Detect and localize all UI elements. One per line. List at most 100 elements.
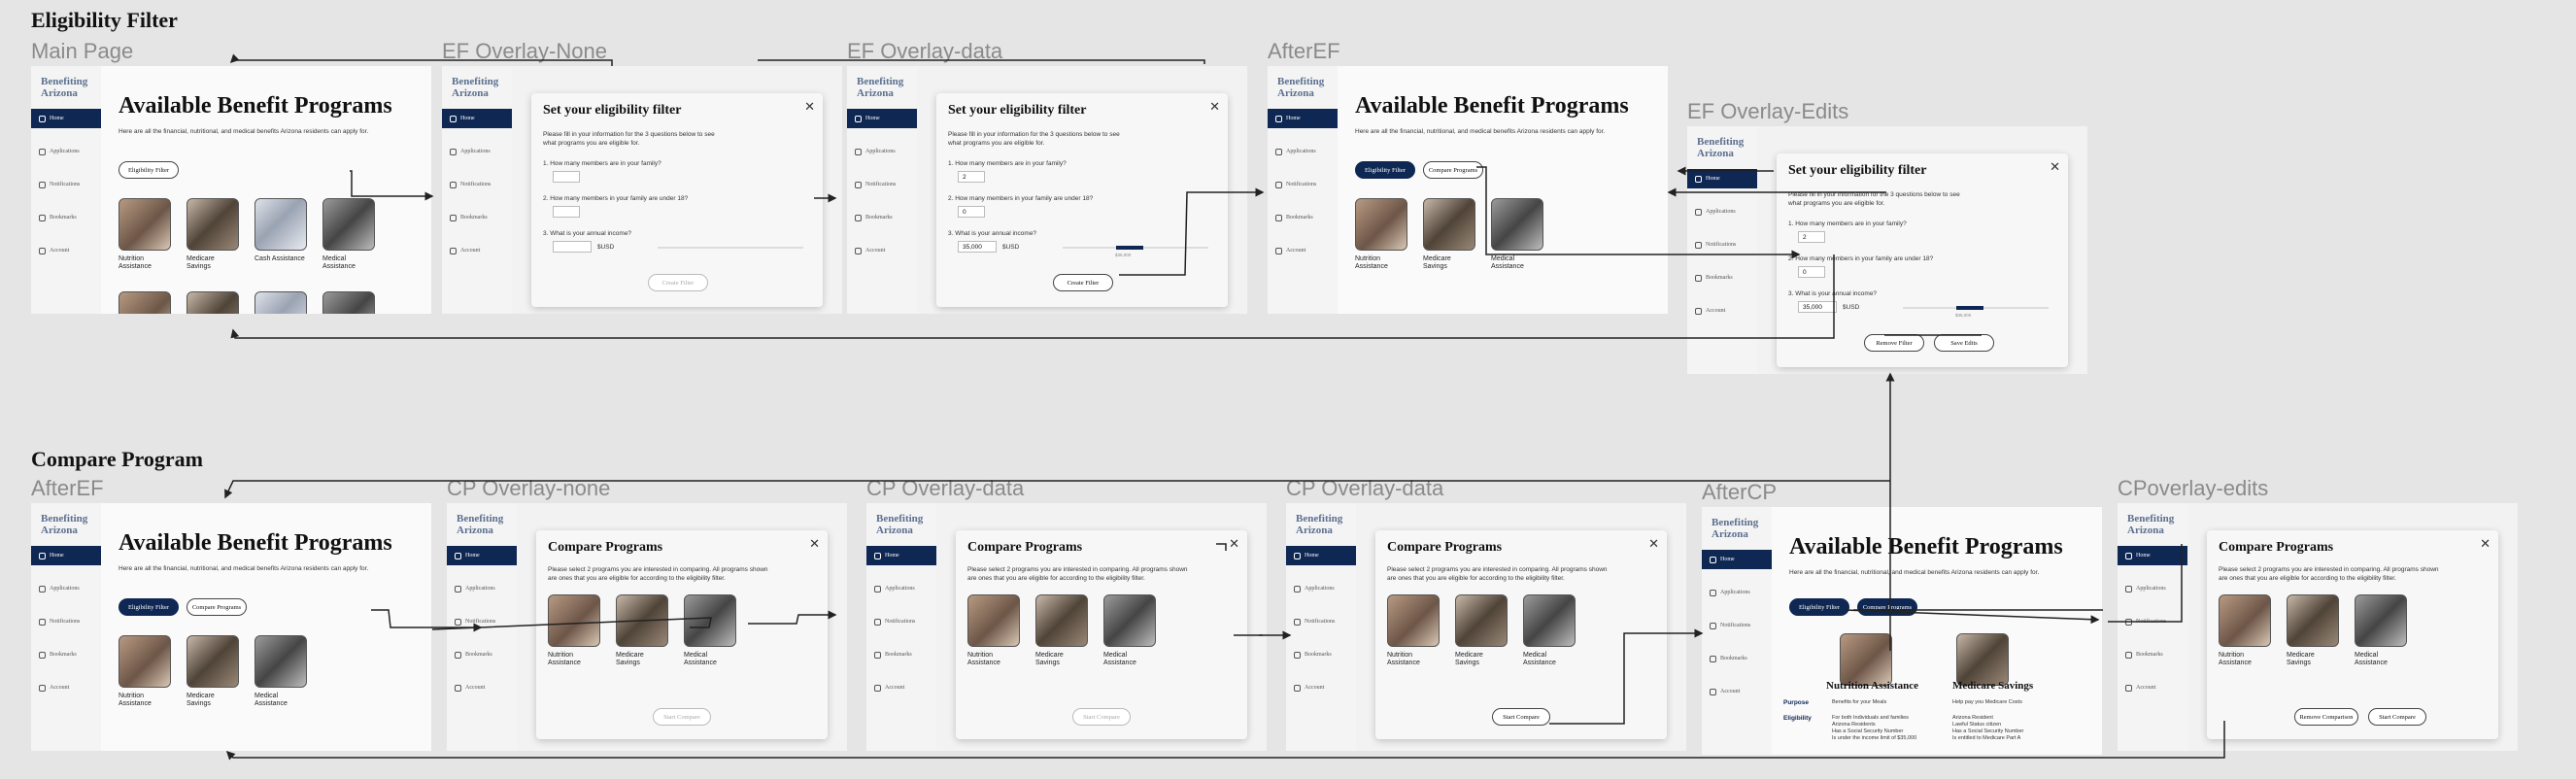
program-card[interactable]: MedicalAssistance — [1523, 594, 1576, 667]
close-icon[interactable]: ✕ — [2480, 536, 2491, 552]
income-slider[interactable] — [1903, 306, 2049, 310]
sidebar-item-account[interactable]: Account — [447, 678, 517, 697]
program-card[interactable]: MedicareSavings — [1423, 198, 1475, 271]
app-logo[interactable]: Benefiting Arizona — [2127, 513, 2174, 536]
sidebar-item-applications[interactable]: Applications — [442, 142, 512, 161]
program-card[interactable]: MedicareSavings — [2287, 594, 2339, 667]
eligibility-filter-button[interactable]: Eligibility Filter — [1355, 161, 1415, 179]
program-card[interactable]: MedicareSavings — [1455, 594, 1508, 667]
sidebar-item-account[interactable]: Account — [1687, 301, 1757, 321]
sidebar-item-bookmarks[interactable]: Bookmarks — [31, 208, 101, 227]
sidebar-item-account[interactable]: Account — [2118, 678, 2187, 697]
sidebar-item-notifications[interactable]: Notifications — [1286, 612, 1356, 631]
sidebar-item-applications[interactable]: Applications — [31, 579, 101, 598]
app-logo[interactable]: Benefiting Arizona — [41, 76, 87, 99]
program-card[interactable]: NutritionAssistance — [1355, 198, 1407, 271]
start-compare-button[interactable]: Start Compare — [1492, 708, 1550, 726]
sidebar-item-bookmarks[interactable]: Bookmarks — [847, 208, 917, 227]
program-card[interactable]: Cash Assistance — [254, 291, 307, 314]
income-field[interactable] — [553, 241, 592, 253]
sidebar-item-notifications[interactable]: Notifications — [1702, 616, 1772, 635]
close-icon[interactable]: ✕ — [2050, 159, 2060, 175]
program-card[interactable]: MedicalAssistance — [2355, 594, 2407, 667]
sidebar-item-notifications[interactable]: Notifications — [866, 612, 936, 631]
sidebar-item-account[interactable]: Account — [31, 678, 101, 697]
program-card[interactable]: MedicalAssistance — [322, 291, 375, 314]
sidebar-item-home[interactable]: Home — [1286, 546, 1356, 565]
sidebar-item-home[interactable]: Home — [442, 109, 512, 128]
close-icon[interactable]: ✕ — [804, 99, 815, 115]
family-size-field[interactable] — [553, 171, 580, 183]
income-slider[interactable] — [658, 247, 803, 249]
program-card[interactable] — [1840, 633, 1892, 686]
start-compare-button[interactable]: Start Compare — [653, 708, 711, 726]
sidebar-item-bookmarks[interactable]: Bookmarks — [1687, 268, 1757, 288]
start-compare-button[interactable]: Start Compare — [1072, 708, 1131, 726]
close-icon[interactable]: ✕ — [809, 536, 820, 552]
program-card[interactable]: NutritionAssistance — [119, 291, 171, 314]
sidebar-item-applications[interactable]: Applications — [1702, 583, 1772, 602]
close-icon[interactable]: ✕ — [1229, 536, 1239, 552]
family-size-field[interactable]: 2 — [958, 171, 985, 183]
compare-programs-button[interactable]: Compare Programs — [1423, 161, 1483, 179]
program-card[interactable]: Cash Assistance — [254, 198, 307, 263]
app-logo[interactable]: Benefiting Arizona — [41, 513, 87, 536]
program-card[interactable]: MedicalAssistance — [322, 198, 375, 271]
sidebar-item-home[interactable]: Home — [31, 546, 101, 565]
income-field[interactable]: 35,000 — [1798, 301, 1837, 313]
program-card[interactable]: MedicalAssistance — [1491, 198, 1543, 271]
remove-filter-button[interactable]: Remove Filter — [1864, 334, 1924, 352]
program-card[interactable]: MedicalAssistance — [1103, 594, 1156, 667]
sidebar-item-bookmarks[interactable]: Bookmarks — [447, 645, 517, 664]
program-card[interactable]: NutritionAssistance — [1387, 594, 1440, 667]
program-card[interactable]: MedicareSavings — [1035, 594, 1088, 667]
program-card[interactable]: MedicareSavings — [186, 198, 239, 271]
app-logo[interactable]: Benefiting Arizona — [1277, 76, 1324, 99]
program-card[interactable] — [1956, 633, 2009, 686]
sidebar-item-bookmarks[interactable]: Bookmarks — [31, 645, 101, 664]
compare-programs-button[interactable]: Compare Programs — [186, 598, 247, 616]
sidebar-item-bookmarks[interactable]: Bookmarks — [866, 645, 936, 664]
compare-programs-button[interactable]: Compare Programs — [1857, 598, 1917, 616]
close-icon[interactable]: ✕ — [1209, 99, 1220, 115]
save-edits-button[interactable]: Save Edits — [1934, 334, 1994, 352]
program-card[interactable]: NutritionAssistance — [119, 635, 171, 708]
sidebar-item-home[interactable]: Home — [2118, 546, 2187, 565]
sidebar-item-notifications[interactable]: Notifications — [31, 175, 101, 194]
sidebar-item-applications[interactable]: Applications — [447, 579, 517, 598]
sidebar-item-notifications[interactable]: Notifications — [31, 612, 101, 631]
app-logo[interactable]: Benefiting Arizona — [452, 76, 498, 99]
program-card[interactable]: NutritionAssistance — [967, 594, 1020, 667]
sidebar-item-notifications[interactable]: Notifications — [442, 175, 512, 194]
sidebar-item-home[interactable]: Home — [447, 546, 517, 565]
program-card[interactable]: MedicalAssistance — [684, 594, 736, 667]
family-size-field[interactable]: 2 — [1798, 231, 1825, 243]
sidebar-item-account[interactable]: Account — [1286, 678, 1356, 697]
under-18-field[interactable]: 0 — [1798, 266, 1825, 278]
program-card[interactable]: NutritionAssistance — [548, 594, 600, 667]
sidebar-item-account[interactable]: Account — [31, 241, 101, 260]
sidebar-item-notifications[interactable]: Notifications — [1687, 235, 1757, 254]
sidebar-item-account[interactable]: Account — [1268, 241, 1338, 260]
sidebar-item-applications[interactable]: Applications — [866, 579, 936, 598]
sidebar-item-notifications[interactable]: Notifications — [1268, 175, 1338, 194]
sidebar-item-applications[interactable]: Applications — [1268, 142, 1338, 161]
create-filter-button[interactable]: Create Filter — [648, 274, 708, 291]
program-card[interactable]: MedicareSavings — [616, 594, 668, 667]
sidebar-item-applications[interactable]: Applications — [1286, 579, 1356, 598]
under-18-field[interactable] — [553, 206, 580, 218]
sidebar-item-applications[interactable]: Applications — [2118, 579, 2187, 598]
sidebar-item-applications[interactable]: Applications — [31, 142, 101, 161]
eligibility-filter-button[interactable]: Eligibility Filter — [1789, 598, 1849, 616]
app-logo[interactable]: Benefiting Arizona — [1296, 513, 1342, 536]
under-18-field[interactable]: 0 — [958, 206, 985, 218]
eligibility-filter-button[interactable]: Eligibility Filter — [119, 161, 179, 179]
program-card[interactable]: NutritionAssistance — [119, 198, 171, 271]
sidebar-item-bookmarks[interactable]: Bookmarks — [1286, 645, 1356, 664]
sidebar-item-bookmarks[interactable]: Bookmarks — [1268, 208, 1338, 227]
app-logo[interactable]: Benefiting Arizona — [857, 76, 903, 99]
remove-comparison-button[interactable]: Remove Comparison — [2294, 708, 2358, 726]
eligibility-filter-button[interactable]: Eligibility Filter — [119, 598, 179, 616]
sidebar-item-home[interactable]: Home — [866, 546, 936, 565]
start-compare-button[interactable]: Start Compare — [2368, 708, 2426, 726]
